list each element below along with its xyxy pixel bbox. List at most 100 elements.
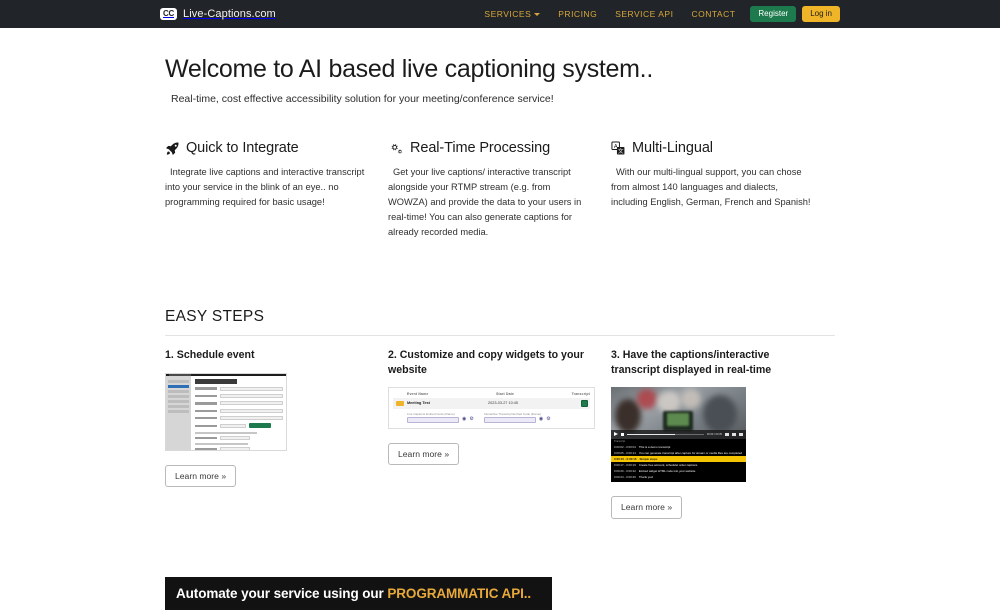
transcript-timestamp: 0:00:17 - 0:00:19 xyxy=(614,462,636,467)
thumb-col-event-name: Event Name xyxy=(407,391,429,396)
easy-steps-section: EASY STEPS 1. Schedule event Learn more … xyxy=(165,308,835,519)
transcript-line[interactable]: 0:00:24 - 0:00:26 Thank you! xyxy=(611,474,746,480)
transcript-timestamp: 0:00:02 - 0:00:04 xyxy=(614,444,636,449)
feature-header: Real-Time Processing xyxy=(388,140,591,156)
transcript-timestamp: 0:00:15 - 0:00:16 xyxy=(614,456,637,461)
play-icon[interactable] xyxy=(614,432,618,437)
thumb-submit-button xyxy=(249,423,271,429)
page-title: Welcome to AI based live captioning syst… xyxy=(165,55,653,83)
feature-real-time-processing: Real-Time Processing Get your live capti… xyxy=(388,140,611,240)
star-icon xyxy=(396,400,404,406)
nav-item-contact-label: CONTACT xyxy=(691,9,736,19)
thumb-form-row xyxy=(195,447,283,450)
step-schedule-event: 1. Schedule event Learn more » xyxy=(165,348,388,518)
thumb-form-row xyxy=(195,435,283,440)
player-transcript-thumbnail[interactable]: 00:00 / 00:35 Transcript 0:00:02 - 0:00:… xyxy=(611,386,746,483)
nav-item-pricing[interactable]: PRICING xyxy=(549,9,606,19)
transcript-text: Simple steps xyxy=(639,456,658,461)
thumb-table-row: Meeting Test 2023-03-27 10:45 xyxy=(393,397,590,409)
hero-subtitle: Real-time, cost effective accessibility … xyxy=(171,93,554,105)
widget-table-thumbnail[interactable]: Event Name Start Date Transcript Meeting… xyxy=(388,386,595,429)
thumb-embed-select[interactable] xyxy=(407,416,459,423)
thumb-form-row xyxy=(195,386,283,391)
transcript-chip-icon xyxy=(581,399,588,407)
nav-item-services-label: SERVICES xyxy=(484,9,532,19)
thumb-form xyxy=(191,375,286,450)
schedule-form-thumbnail[interactable] xyxy=(165,372,287,451)
thumb-cell-event-name: Meeting Test xyxy=(407,401,430,406)
nav-item-pricing-label: PRICING xyxy=(558,9,598,19)
feature-header: Quick to Integrate xyxy=(165,140,368,156)
feature-title: Real-Time Processing xyxy=(410,140,551,156)
thumb-sidebar-item-active xyxy=(168,384,189,388)
thumb-sidebar-item xyxy=(168,389,189,393)
thumb-sidebar-item xyxy=(168,394,189,398)
thumb-sidebar-item xyxy=(168,409,189,413)
settings-icon[interactable] xyxy=(732,432,736,436)
feature-multi-lingual: A 文 Multi-Lingual With our multi-lingual… xyxy=(611,140,834,240)
learn-more-button-step3[interactable]: Learn more » xyxy=(611,496,683,519)
learn-more-button-step1[interactable]: Learn more » xyxy=(165,464,237,487)
thumb-cell-transcript xyxy=(566,399,590,407)
language-icon: A 文 xyxy=(611,140,626,156)
transcript-text: You can generate transcript after captur… xyxy=(638,450,743,455)
banner-text: Automate your service using our xyxy=(176,585,388,601)
thumb-sidebar-item xyxy=(168,399,189,403)
thumb-table-header: Event Name Start Date Transcript xyxy=(393,391,590,398)
thumb-form-row xyxy=(195,401,283,406)
nav-right-group: SERVICES PRICING SERVICE API CONTACT Reg… xyxy=(475,0,840,28)
learn-more-button-step2[interactable]: Learn more » xyxy=(388,442,460,466)
time-label: 00:00 / 00:35 xyxy=(706,432,722,436)
thumb-col-transcript: Transcript xyxy=(571,391,590,396)
feature-body: Get your live captions/ interactive tran… xyxy=(388,167,582,238)
transcript-timestamp: 0:00:24 - 0:00:26 xyxy=(614,474,636,479)
feature-title: Quick to Integrate xyxy=(186,140,299,156)
nav-item-services[interactable]: SERVICES xyxy=(475,9,549,19)
programmatic-api-banner[interactable]: Automate your service using our PROGRAMM… xyxy=(165,576,552,610)
nav-item-service-api[interactable]: SERVICE API xyxy=(606,9,682,19)
features-row: Quick to Integrate Integrate live captio… xyxy=(165,140,835,240)
video-controls[interactable]: 00:00 / 00:35 xyxy=(611,429,746,439)
thumb-form-row xyxy=(195,393,283,398)
fullscreen-icon[interactable] xyxy=(739,432,743,436)
progress-bar[interactable] xyxy=(627,433,704,436)
thumb-embed-controls: Live Captions Embed Code (iframe) ◉ ⚙ In… xyxy=(393,409,590,423)
thumb-embed-label: Interactive Transcript Embed Code (ifram… xyxy=(483,411,542,416)
stop-icon[interactable] xyxy=(621,432,624,436)
code-icon: ⚙ xyxy=(469,416,474,423)
preview-icon: ◉ xyxy=(538,416,544,423)
login-button[interactable]: Log in xyxy=(802,6,840,22)
steps-row: 1. Schedule event Learn more » 2. Custom… xyxy=(165,348,835,519)
thumb-sidebar xyxy=(166,375,191,450)
cogs-icon xyxy=(388,141,404,156)
feature-quick-to-integrate: Quick to Integrate Integrate live captio… xyxy=(165,140,388,240)
register-button[interactable]: Register xyxy=(750,6,797,22)
brand-logo-link[interactable]: CC Live-Captions.com xyxy=(160,8,276,20)
video-preview[interactable]: 00:00 / 00:35 xyxy=(611,386,746,439)
feature-body: Integrate live captions and interactive … xyxy=(165,167,365,208)
feature-header: A 文 Multi-Lingual xyxy=(611,140,814,156)
transcript-text: This is a demo transcript xyxy=(638,444,671,449)
step-realtime-display: 3. Have the captions/interactive transcr… xyxy=(611,348,834,519)
step-heading: 3. Have the captions/interactive transcr… xyxy=(611,349,772,376)
thumb-embed-select[interactable] xyxy=(483,416,536,423)
thumb-cell-start-date: 2023-03-27 10:45 xyxy=(488,401,518,406)
feature-body: With our multi-lingual support, you can … xyxy=(611,167,811,208)
top-navbar: CC Live-Captions.com SERVICES PRICING SE… xyxy=(0,0,1000,28)
easy-steps-title: EASY STEPS xyxy=(165,308,265,326)
step-heading: 2. Customize and copy widgets to your we… xyxy=(388,349,585,376)
thumb-embed-control-transcript: Interactive Transcript Embed Code (ifram… xyxy=(483,411,551,423)
code-icon: ⚙ xyxy=(546,416,551,423)
brand-name: Live-Captions.com xyxy=(183,8,276,20)
captions-icon[interactable] xyxy=(725,432,729,436)
nav-item-contact[interactable]: CONTACT xyxy=(682,9,744,19)
transcript-text: Thank you! xyxy=(638,474,654,479)
thumb-sidebar-item xyxy=(168,379,189,383)
banner-accent-text: PROGRAMMATIC API.. xyxy=(387,585,532,601)
chevron-down-icon xyxy=(534,12,541,16)
thumb-form-row xyxy=(195,408,283,413)
transcript-panel[interactable]: Transcript 0:00:02 - 0:00:04 This is a d… xyxy=(611,438,746,483)
hero-section: Welcome to AI based live captioning syst… xyxy=(165,28,835,105)
step-heading: 1. Schedule event xyxy=(165,349,255,362)
thumb-sidebar-item xyxy=(168,404,189,408)
